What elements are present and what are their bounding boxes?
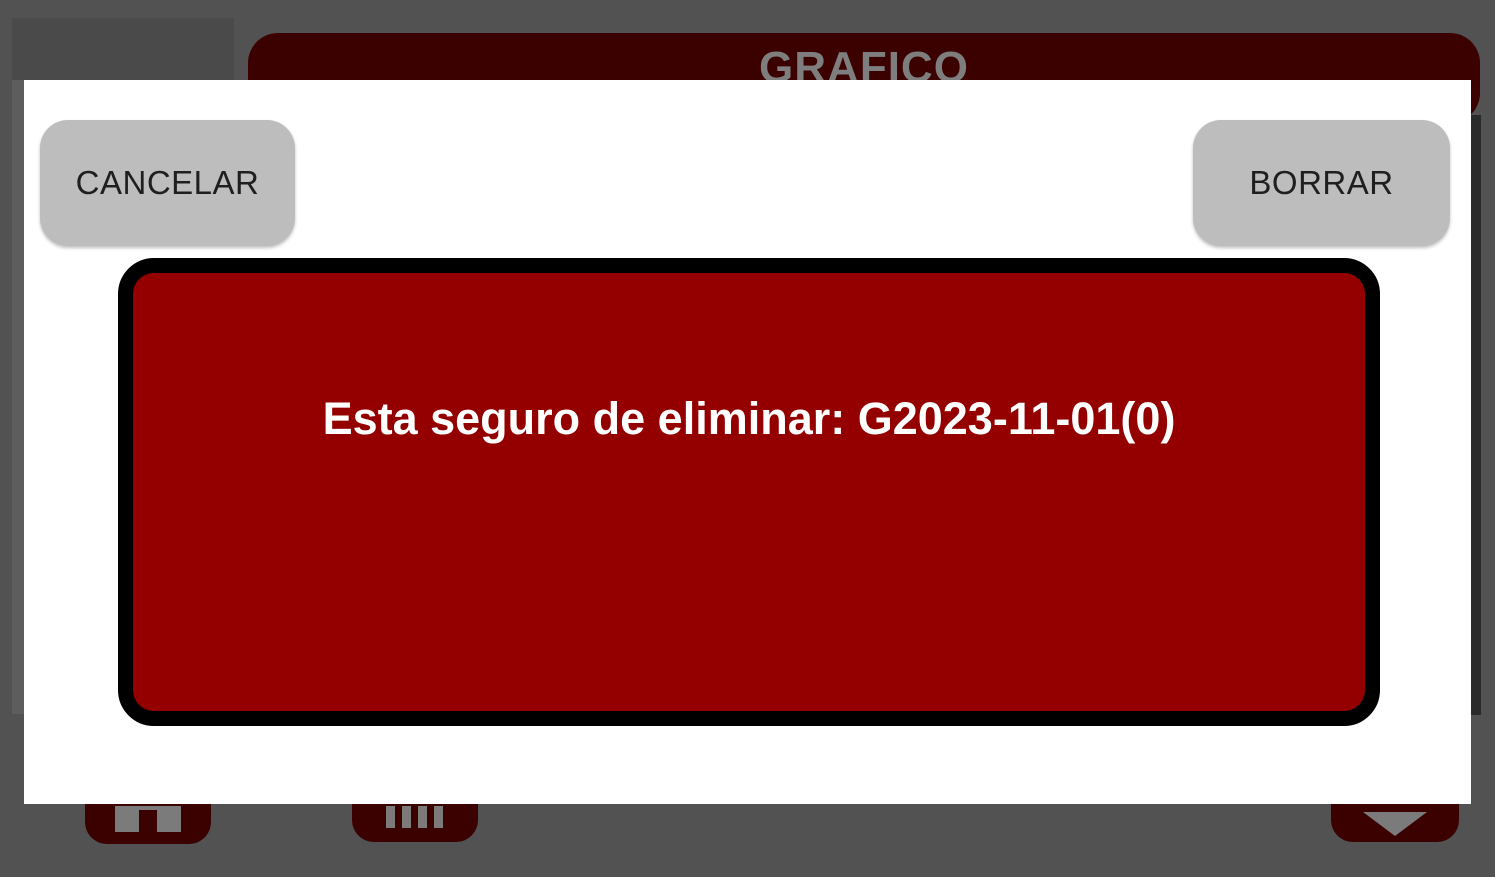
confirm-delete-dialog: CANCELAR BORRAR Esta seguro de eliminar:… [24, 80, 1471, 804]
cancel-button[interactable]: CANCELAR [40, 120, 295, 246]
background-right-strip [1471, 115, 1481, 715]
delete-button[interactable]: BORRAR [1193, 120, 1450, 246]
home-icon [115, 806, 181, 832]
bar-chart-icon [386, 806, 444, 828]
message-box: Esta seguro de eliminar: G2023-11-01(0) [118, 258, 1380, 726]
background-header-block [12, 18, 234, 80]
chevron-down-icon [1363, 812, 1427, 836]
background-left-strip [12, 80, 24, 714]
confirm-message: Esta seguro de eliminar: G2023-11-01(0) [322, 393, 1176, 444]
screen: GRAFICO CANCELAR BORRAR Esta seguro de e… [0, 0, 1495, 877]
